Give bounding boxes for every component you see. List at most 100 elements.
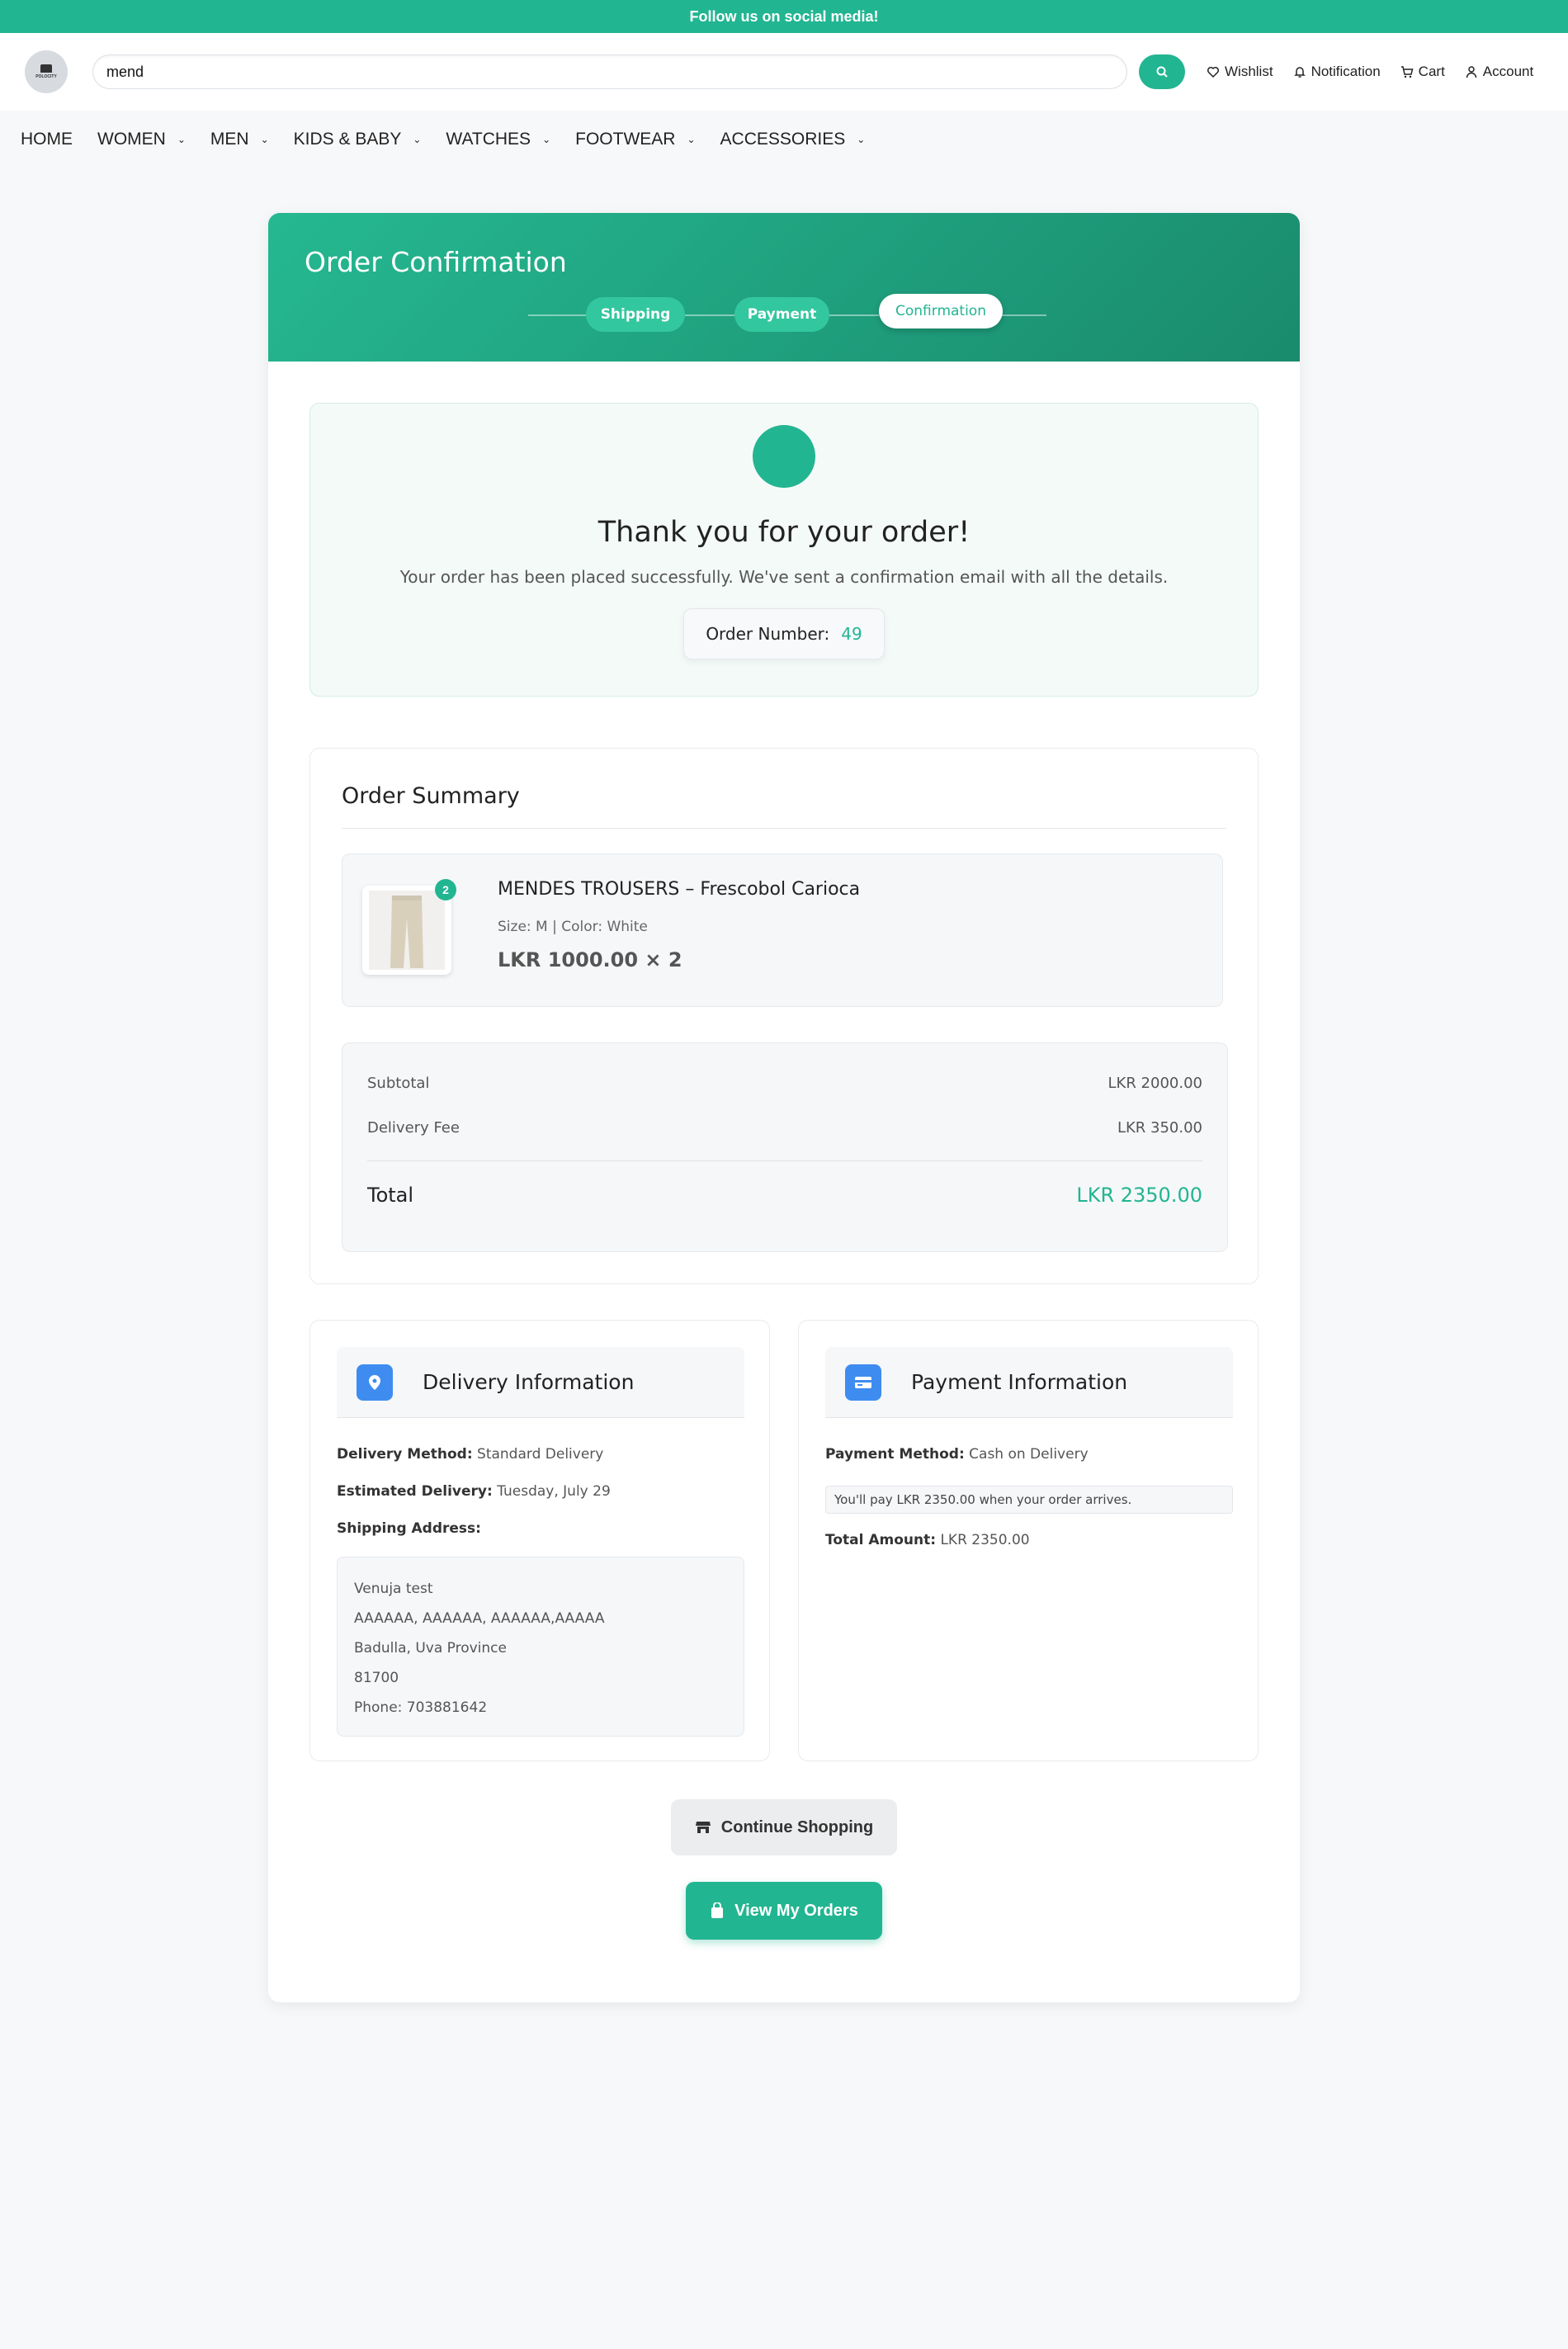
step-payment: Payment bbox=[734, 297, 829, 332]
subtotal-label: Subtotal bbox=[367, 1075, 430, 1092]
social-banner: Follow us on social media! bbox=[0, 0, 1568, 33]
step-confirmation: Confirmation bbox=[879, 294, 1003, 328]
search-icon bbox=[1156, 66, 1168, 78]
delivery-fee-label: Delivery Fee bbox=[367, 1119, 460, 1137]
address-phone: Phone: 703881642 bbox=[354, 1699, 488, 1716]
product-name: MENDES TROUSERS – Frescobol Carioca bbox=[498, 879, 861, 900]
chevron-down-icon: ⌄ bbox=[260, 134, 269, 145]
progress-line bbox=[528, 314, 586, 316]
nav-accessories-label: ACCESSORIES bbox=[720, 130, 846, 149]
delivery-method: Delivery Method: Standard Delivery bbox=[337, 1446, 603, 1463]
thank-you-message: Your order has been placed successfully.… bbox=[399, 567, 1169, 587]
subtotal-row: Subtotal LKR 2000.00 bbox=[367, 1075, 1202, 1092]
search-input[interactable] bbox=[92, 54, 1127, 89]
payment-info-title: Payment Information bbox=[911, 1370, 1128, 1394]
checkout-header: Order Confirmation Shipping Payment Conf… bbox=[268, 213, 1300, 362]
wishlist-link[interactable]: Wishlist bbox=[1207, 64, 1273, 80]
total-label: Total bbox=[367, 1184, 414, 1207]
cart-icon bbox=[1400, 66, 1414, 78]
order-number-label: Order Number: bbox=[706, 624, 830, 644]
nav-women-label: WOMEN bbox=[97, 130, 166, 149]
nav-footwear-label: FOOTWEAR bbox=[575, 130, 676, 149]
product-thumbnail bbox=[362, 886, 451, 975]
order-item: 2 MENDES TROUSERS – Frescobol Carioca Si… bbox=[342, 853, 1223, 1007]
trousers-image bbox=[369, 891, 445, 970]
site-logo[interactable]: POLOCITY bbox=[25, 50, 68, 93]
address-city: Badulla, Uva Province bbox=[354, 1640, 507, 1657]
nav-home-label: HOME bbox=[21, 130, 73, 149]
delivery-info-panel: Delivery Information Delivery Method: St… bbox=[309, 1320, 770, 1761]
address-zip: 81700 bbox=[354, 1670, 399, 1686]
totals-panel: Subtotal LKR 2000.00 Delivery Fee LKR 35… bbox=[342, 1042, 1228, 1252]
social-banner-text: Follow us on social media! bbox=[689, 7, 879, 25]
delivery-fee-row: Delivery Fee LKR 350.00 bbox=[367, 1119, 1202, 1137]
delivery-method-label: Delivery Method: bbox=[337, 1446, 473, 1463]
nav-women[interactable]: WOMEN ⌄ bbox=[97, 130, 186, 149]
cart-label: Cart bbox=[1418, 64, 1445, 79]
cart-link[interactable]: Cart bbox=[1400, 64, 1445, 80]
product-attributes: Size: M | Color: White bbox=[498, 919, 648, 935]
divider bbox=[367, 1160, 1202, 1161]
order-number-box: Order Number: 49 bbox=[683, 608, 885, 659]
thank-you-panel: Thank you for your order! Your order has… bbox=[309, 403, 1259, 697]
wishlist-label: Wishlist bbox=[1225, 64, 1273, 79]
payment-info-panel: Payment Information Payment Method: Cash… bbox=[798, 1320, 1259, 1761]
delivery-method-value: Standard Delivery bbox=[477, 1446, 604, 1463]
view-my-orders-button[interactable]: View My Orders bbox=[686, 1882, 882, 1940]
location-pin-icon bbox=[357, 1364, 393, 1401]
nav-watches[interactable]: WATCHES ⌄ bbox=[446, 130, 550, 149]
notification-label: Notification bbox=[1311, 64, 1381, 79]
page-title: Order Confirmation bbox=[305, 246, 567, 278]
shipping-address: Venuja test AAAAAA, AAAAAA, AAAAAA,AAAAA… bbox=[337, 1557, 744, 1737]
nav-watches-label: WATCHES bbox=[446, 130, 531, 149]
divider bbox=[342, 828, 1226, 829]
continue-shopping-button[interactable]: Continue Shopping bbox=[671, 1799, 897, 1855]
payment-method-label: Payment Method: bbox=[825, 1446, 965, 1463]
payment-method: Payment Method: Cash on Delivery bbox=[825, 1446, 1089, 1463]
order-summary: Order Summary 2 MENDES TROUSERS – Fresco… bbox=[309, 748, 1259, 1284]
progress-line bbox=[997, 314, 1046, 316]
logo-text: POLOCITY bbox=[35, 74, 57, 79]
search-button[interactable] bbox=[1139, 54, 1185, 89]
store-icon bbox=[695, 1822, 711, 1833]
credit-card-icon bbox=[845, 1364, 881, 1401]
nav-men[interactable]: MEN ⌄ bbox=[210, 130, 269, 149]
user-icon bbox=[1466, 66, 1477, 78]
shipping-address-heading: Shipping Address: bbox=[337, 1520, 481, 1537]
address-street: AAAAAA, AAAAAA, AAAAAA,AAAAA bbox=[354, 1610, 605, 1627]
account-link[interactable]: Account bbox=[1465, 64, 1533, 80]
nav-accessories[interactable]: ACCESSORIES ⌄ bbox=[720, 130, 866, 149]
quantity-badge: 2 bbox=[435, 879, 456, 900]
subtotal-value: LKR 2000.00 bbox=[1108, 1075, 1203, 1092]
step-shipping: Shipping bbox=[586, 297, 685, 332]
progress-line bbox=[821, 314, 879, 316]
view-my-orders-label: View My Orders bbox=[734, 1901, 858, 1920]
order-confirmation-card: Order Confirmation Shipping Payment Conf… bbox=[268, 213, 1300, 2002]
thank-you-heading: Thank you for your order! bbox=[597, 516, 971, 549]
heart-icon bbox=[1207, 66, 1220, 78]
main-nav: HOME WOMEN ⌄ MEN ⌄ KIDS & BABY ⌄ WATCHES ⌄ F… bbox=[0, 111, 1568, 168]
notification-link[interactable]: Notification bbox=[1293, 64, 1381, 80]
delivery-fee-value: LKR 350.00 bbox=[1117, 1119, 1202, 1137]
chevron-down-icon: ⌄ bbox=[857, 134, 866, 145]
nav-home[interactable]: HOME bbox=[21, 130, 73, 149]
estimated-delivery-label: Estimated Delivery: bbox=[337, 1483, 493, 1500]
delivery-info-header: Delivery Information bbox=[337, 1347, 744, 1418]
progress-line bbox=[685, 314, 734, 316]
nav-footwear[interactable]: FOOTWEAR ⌄ bbox=[575, 130, 695, 149]
address-name: Venuja test bbox=[354, 1581, 433, 1597]
nav-kids-baby[interactable]: KIDS & BABY ⌄ bbox=[294, 130, 422, 149]
delivery-info-title: Delivery Information bbox=[423, 1370, 635, 1394]
estimated-delivery-value: Tuesday, July 29 bbox=[497, 1483, 611, 1500]
continue-shopping-label: Continue Shopping bbox=[720, 1817, 874, 1836]
shopping-bag-icon bbox=[711, 1902, 724, 1918]
nav-men-label: MEN bbox=[210, 130, 249, 149]
chevron-down-icon: ⌄ bbox=[687, 134, 696, 145]
nav-kids-label: KIDS & BABY bbox=[293, 130, 402, 149]
chevron-down-icon: ⌄ bbox=[177, 134, 186, 145]
product-price: LKR 1000.00 × 2 bbox=[498, 948, 682, 971]
chevron-down-icon: ⌄ bbox=[542, 134, 551, 145]
checkout-progress: Shipping Payment Confirmation bbox=[528, 294, 1046, 332]
header-links: Wishlist Notification Cart Account bbox=[1207, 64, 1533, 80]
success-check-icon bbox=[753, 425, 815, 488]
